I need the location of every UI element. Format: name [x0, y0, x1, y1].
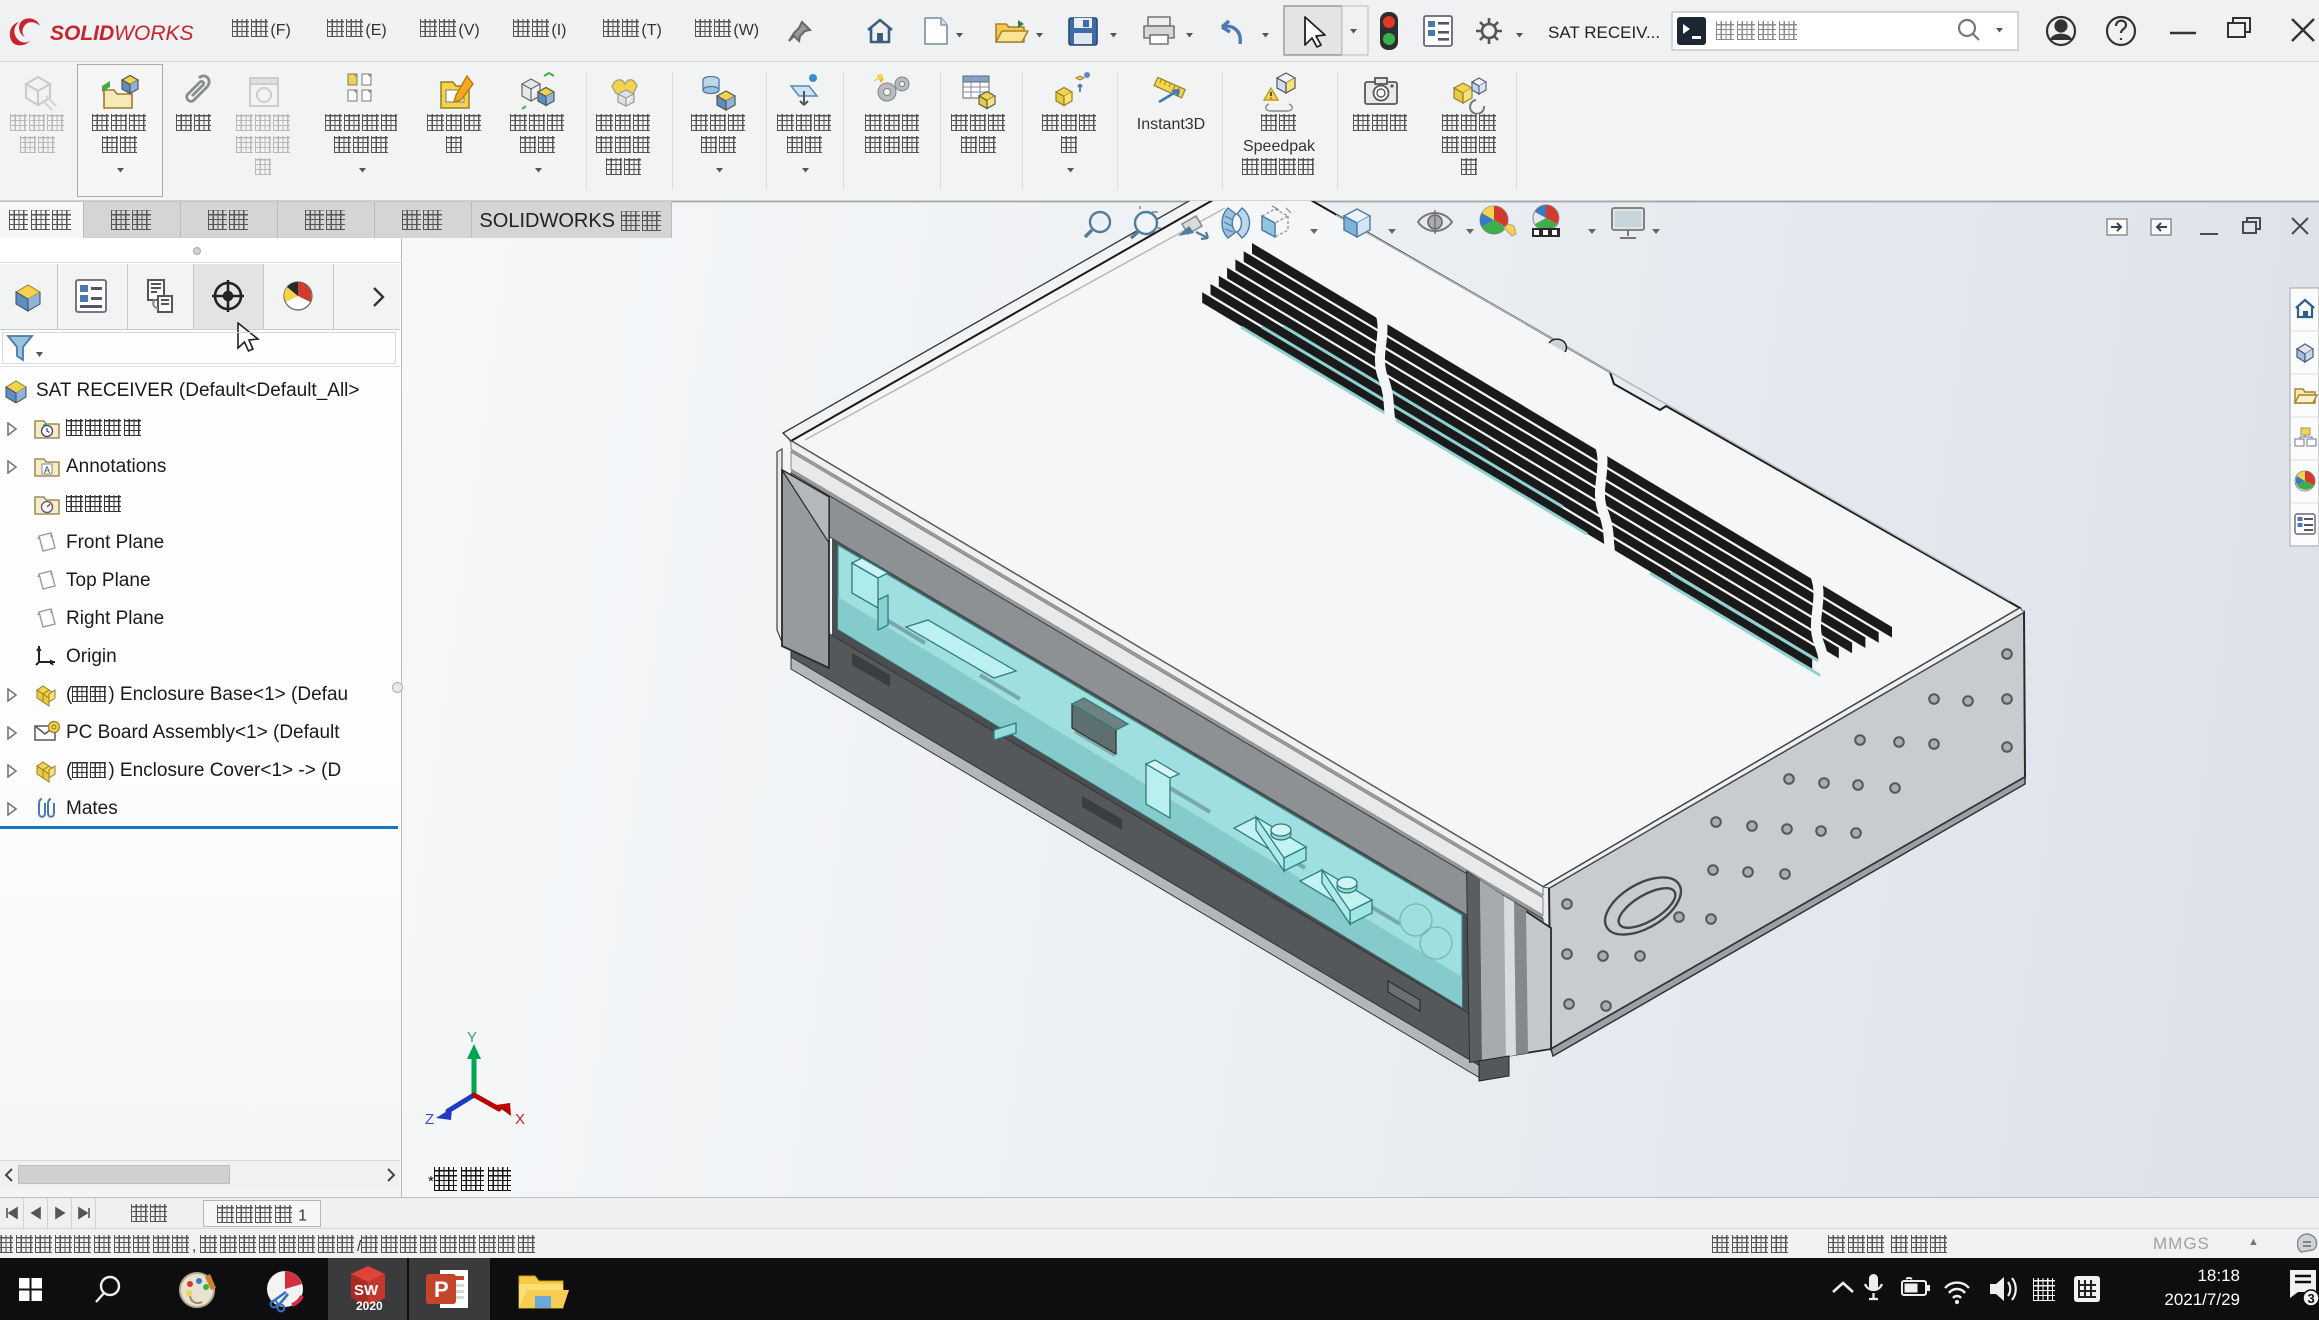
svg-text:Y: Y: [467, 1029, 477, 1046]
svg-text:SAT RECEIV...: SAT RECEIV...: [1548, 23, 1660, 42]
svg-text:Z: Z: [425, 1111, 434, 1128]
svg-text:P: P: [434, 1277, 449, 1302]
svg-text:2020: 2020: [356, 1299, 383, 1313]
svg-text:SW: SW: [354, 1282, 379, 1299]
svg-text:A: A: [44, 465, 50, 475]
svg-text:X: X: [515, 1111, 525, 1128]
svg-text:3: 3: [2308, 1291, 2315, 1306]
